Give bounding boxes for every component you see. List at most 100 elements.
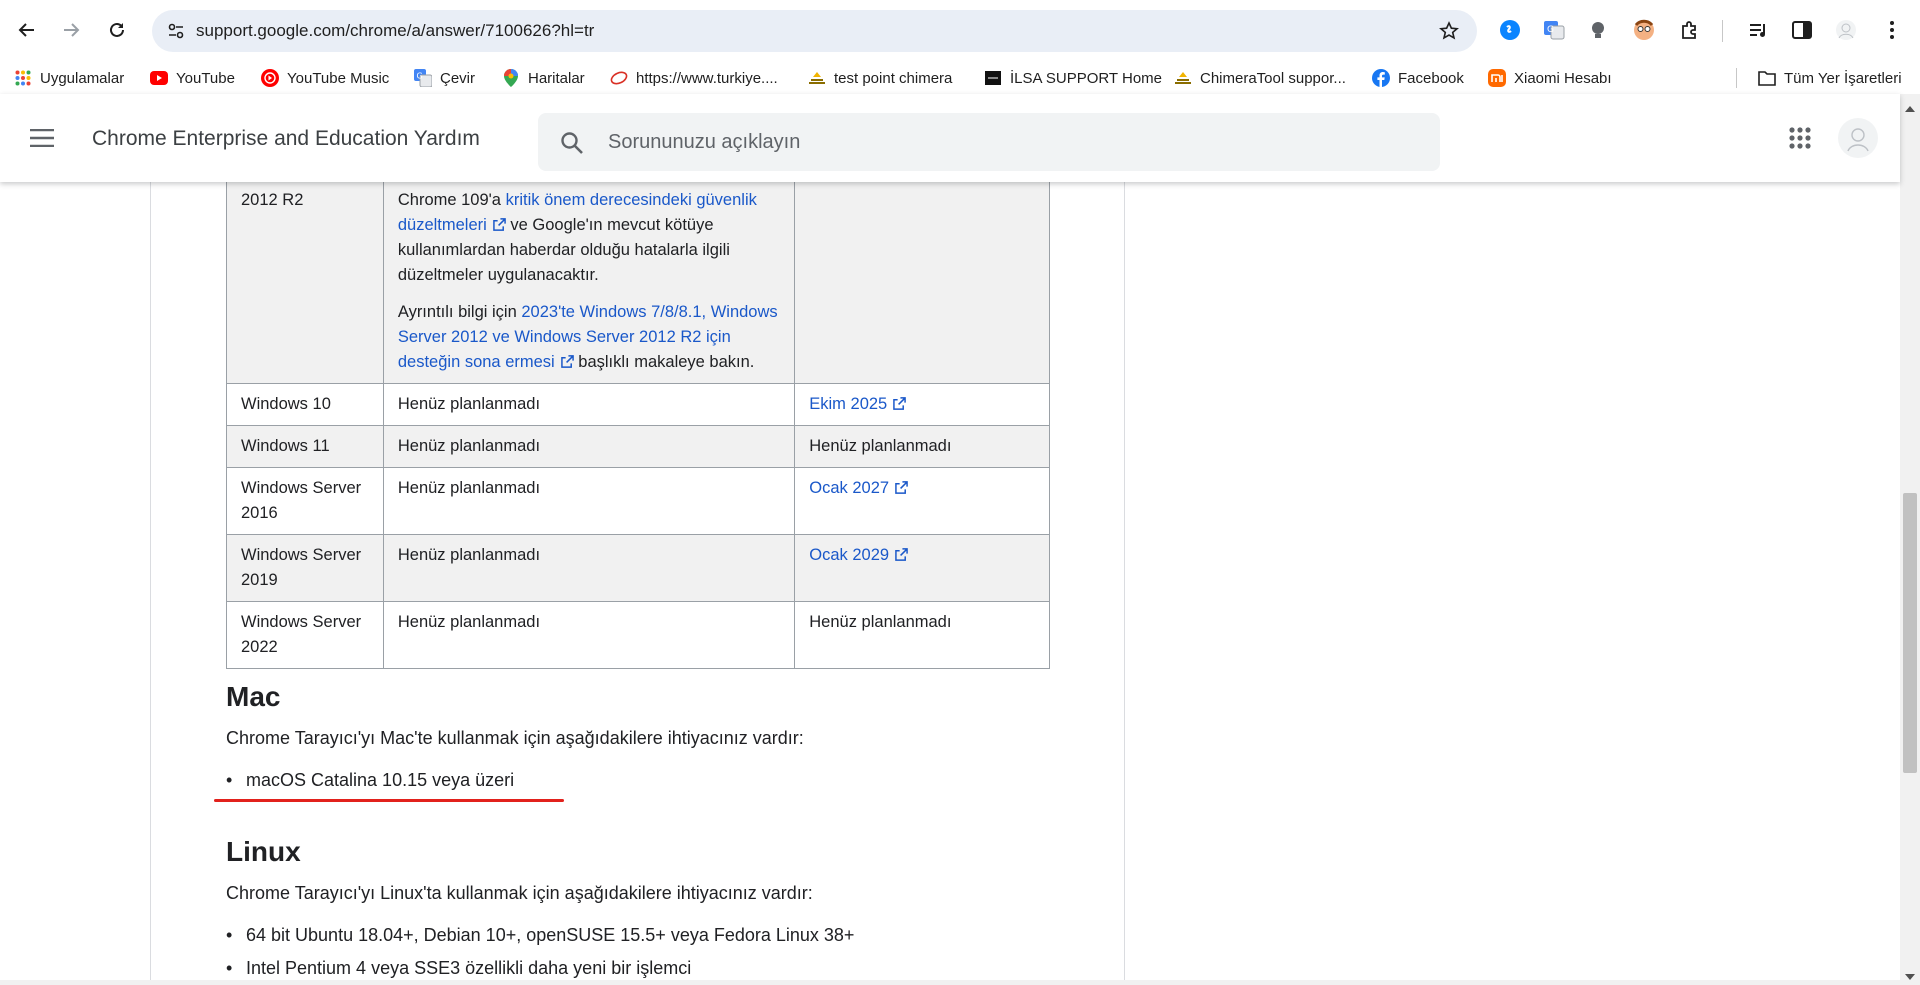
bookmark-facebook[interactable]: Facebook xyxy=(1372,66,1464,90)
lightbulb-extension-icon[interactable] xyxy=(1584,16,1612,44)
url-text[interactable]: support.google.com/chrome/a/answer/71006… xyxy=(196,21,594,41)
annotation-underline xyxy=(214,799,564,802)
all-bookmarks-label: Tüm Yer İşaretleri xyxy=(1784,69,1902,87)
chrome-menu-icon[interactable] xyxy=(1878,16,1906,44)
bookmark-youtube-music[interactable]: YouTube Music xyxy=(261,66,389,90)
hamburger-menu-icon xyxy=(30,129,54,147)
chimera-icon xyxy=(808,69,826,87)
ilsa-icon xyxy=(984,69,1002,87)
eos-link[interactable]: Ocak 2029 xyxy=(809,546,908,564)
table-cell-chrome: Henüz planlanmadı xyxy=(382,425,796,468)
back-arrow-icon xyxy=(18,23,34,37)
external-link-icon xyxy=(560,355,574,368)
account-avatar[interactable] xyxy=(1838,118,1878,158)
bookmark-star-icon[interactable] xyxy=(1437,19,1461,43)
list-item-text: Intel Pentium 4 veya SSE3 özellikli daha… xyxy=(246,958,692,978)
address-bar[interactable]: support.google.com/chrome/a/answer/71006… xyxy=(152,10,1477,52)
help-search-input[interactable] xyxy=(608,113,1418,171)
table-row: Windows 10 Henüz planlanmadı Ekim 2025 xyxy=(226,383,1050,426)
table-cell-os: Windows 11 xyxy=(226,425,384,468)
eos-link[interactable]: Ocak 2027 xyxy=(809,479,908,497)
translate-extension-icon[interactable]: G xyxy=(1540,16,1568,44)
avatar-extension-icon[interactable] xyxy=(1630,16,1658,44)
facebook-icon xyxy=(1372,69,1390,87)
reload-button[interactable] xyxy=(100,13,134,47)
forward-arrow-icon xyxy=(64,23,80,37)
table-cell-eos: Ocak 2029 xyxy=(794,534,1050,602)
profile-avatar-icon xyxy=(1847,128,1869,152)
bookmark-turkiye[interactable]: https://www.turkiye.... xyxy=(610,66,778,90)
toolbar-separator xyxy=(1722,20,1723,42)
linux-intro: Chrome Tarayıcı'yı Linux'ta kullanmak iç… xyxy=(226,883,813,903)
help-search-box[interactable] xyxy=(538,113,1440,171)
side-panel-icon[interactable] xyxy=(1788,16,1816,44)
bookmark-uygulamalar[interactable]: Uygulamalar xyxy=(14,66,124,90)
bookmark-youtube[interactable]: YouTube xyxy=(150,66,235,90)
bookmark-cevir[interactable]: G Çevir xyxy=(414,66,475,90)
bookmark-label: test point chimera xyxy=(834,69,953,87)
extensions-puzzle-icon[interactable] xyxy=(1676,16,1704,44)
bookmark-label: Haritalar xyxy=(528,69,585,87)
chimera-icon xyxy=(1174,69,1192,87)
help-center-title[interactable]: Chrome Enterprise and Education Yardım xyxy=(92,127,480,151)
apps-grid-icon xyxy=(14,69,32,87)
eos-link[interactable]: Ekim 2025 xyxy=(809,395,907,413)
list-item: • macOS Catalina 10.15 veya üzeri xyxy=(226,770,514,791)
bookmark-label: İLSA SUPPORT Home xyxy=(1010,69,1163,87)
search-icon[interactable] xyxy=(558,129,586,157)
bookmarks-separator xyxy=(1736,68,1737,88)
table-row: Windows Server 2019 Henüz planlanmadı Oc… xyxy=(226,534,1050,602)
media-control-icon[interactable] xyxy=(1744,16,1772,44)
bookmark-haritalar[interactable]: Haritalar xyxy=(502,66,585,90)
profile-avatar-icon[interactable] xyxy=(1832,16,1860,44)
table-cell-eos: Ocak 2027 xyxy=(794,467,1050,535)
windows-support-table: 2012 R2 Chrome 109'a kritik önem dereces… xyxy=(226,140,1050,669)
external-link-icon xyxy=(893,397,907,410)
bookmark-ilsa-support[interactable]: İLSA SUPPORT Home xyxy=(984,66,1162,90)
reload-icon xyxy=(110,22,124,37)
turkiye-icon xyxy=(610,69,628,87)
bookmark-chimeratool-support[interactable]: ChimeraTool suppor... xyxy=(1174,66,1346,90)
list-item: • 64 bit Ubuntu 18.04+, Debian 10+, openS… xyxy=(226,925,854,946)
link-text: Ocak 2029 xyxy=(809,546,890,564)
all-bookmarks-button[interactable]: Tüm Yer İşaretleri xyxy=(1758,66,1902,90)
scroll-up-arrow-icon[interactable] xyxy=(1904,104,1916,114)
bookmark-test-point-chimera[interactable]: test point chimera xyxy=(808,66,952,90)
horizontal-scrollbar xyxy=(0,980,1900,985)
shazam-extension-icon[interactable] xyxy=(1496,16,1524,44)
browser-toolbar: support.google.com/chrome/a/answer/71006… xyxy=(0,0,1920,62)
bullet-icon: • xyxy=(226,925,233,945)
bullet-icon: • xyxy=(226,958,233,978)
list-item: • Intel Pentium 4 veya SSE3 özellikli dah… xyxy=(226,958,691,979)
more-info-note: Ayrıntılı bilgi için 2023'te Windows 7/8… xyxy=(398,300,780,375)
folder-icon xyxy=(1758,69,1776,87)
table-cell-os: Windows Server 2019 xyxy=(226,534,384,602)
back-button[interactable] xyxy=(10,13,44,47)
table-row: Windows Server 2016 Henüz planlanmadı Oc… xyxy=(226,467,1050,535)
support-note: Chrome 109'a kritik önem derecesindeki g… xyxy=(398,188,780,288)
mac-heading: Mac xyxy=(226,681,281,712)
scrollbar-thumb[interactable] xyxy=(1903,493,1917,773)
forward-button[interactable] xyxy=(54,13,88,47)
table-row: Windows Server 2022 Henüz planlanmadı He… xyxy=(226,601,1050,669)
bookmark-label: Xiaomi Hesabı xyxy=(1514,69,1612,87)
scroll-down-arrow-icon[interactable] xyxy=(1904,972,1916,982)
list-item-text: macOS Catalina 10.15 veya üzeri xyxy=(246,770,515,790)
main-menu-button[interactable] xyxy=(28,124,56,152)
table-cell-chrome: Henüz planlanmadı xyxy=(382,383,796,426)
bookmark-label: Facebook xyxy=(1398,69,1464,87)
google-maps-icon xyxy=(502,69,520,87)
google-translate-icon: G xyxy=(414,69,432,87)
table-cell-eos: Ekim 2025 xyxy=(794,383,1050,426)
site-info-icon[interactable] xyxy=(164,19,188,43)
bookmark-label: Uygulamalar xyxy=(40,69,125,87)
apps-grid-icon xyxy=(1789,127,1811,149)
external-link-icon xyxy=(895,481,908,494)
link-text: Ekim 2025 xyxy=(809,395,888,413)
google-apps-button[interactable] xyxy=(1782,120,1818,156)
svg-text:G: G xyxy=(417,72,423,81)
bookmark-label: Çevir xyxy=(440,69,476,87)
linux-heading: Linux xyxy=(226,836,301,867)
bookmark-xiaomi[interactable]: Xiaomi Hesabı xyxy=(1488,66,1612,90)
note-text: başlıklı makaleye bakın. xyxy=(573,353,755,371)
